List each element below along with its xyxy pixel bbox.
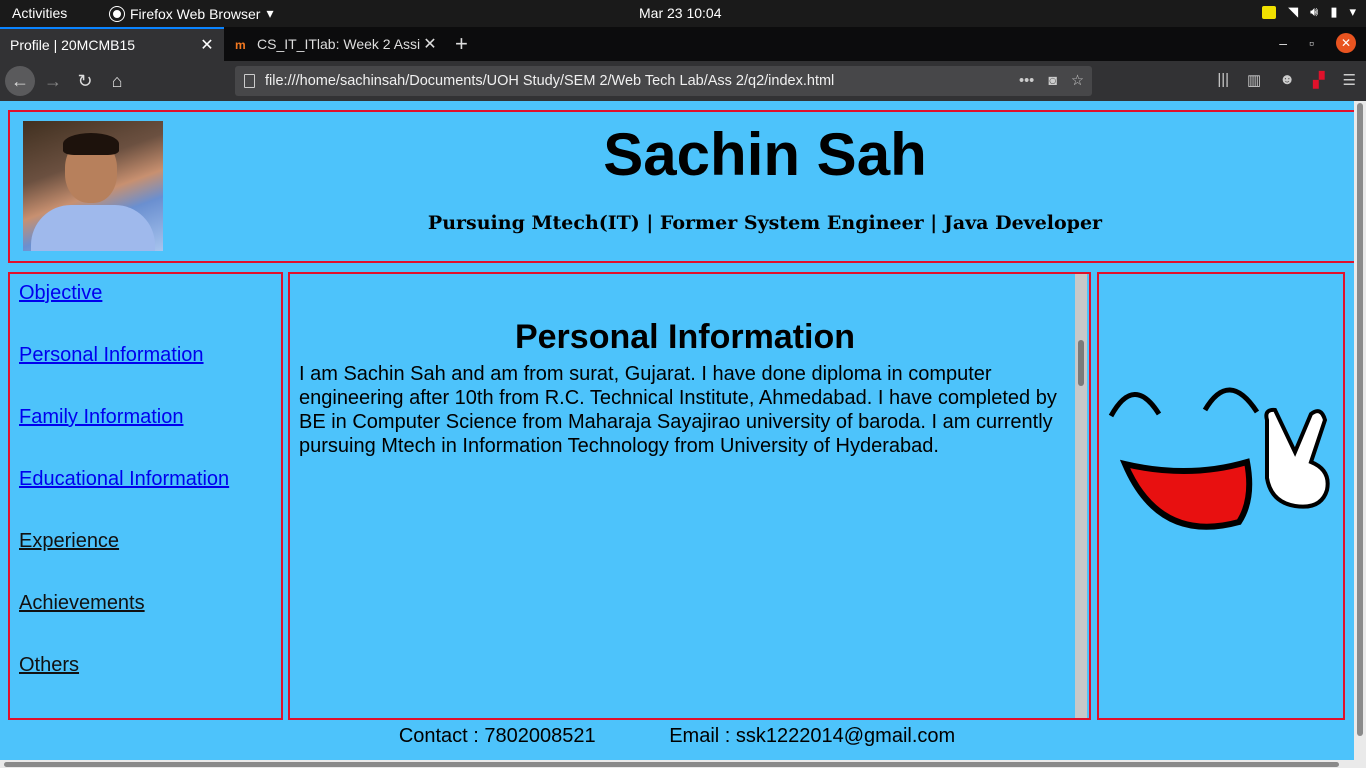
tab-title: Profile | 20MCMB15 [10,37,136,53]
bookmark-star-icon[interactable]: ☆ [1071,66,1084,96]
battery-icon: ▮ [1330,4,1338,19]
back-button[interactable]: ← [5,66,35,96]
contact-phone: Contact : 7802008521 [398,725,596,747]
app-menu-label: Firefox Web Browser [130,5,261,22]
content-frame: Personal Information I am Sachin Sah and… [288,272,1091,720]
sidebar-link-objective[interactable]: Objective [19,282,102,305]
sidebar-nav: Objective Personal Information Family In… [8,272,283,720]
sidebar-link-educational-information[interactable]: Educational Information [19,468,229,491]
scrollbar-thumb[interactable] [4,762,1339,767]
laughing-peace-emoji-icon [1108,387,1330,530]
toolbar-right: ||| ▥ ☻ ▞ ☰ [1217,71,1356,89]
more-actions-icon[interactable]: ••• [1019,66,1034,96]
emoji-panel [1097,272,1345,720]
tab-bar: Profile | 20MCMB15 ✕ m CS_IT_ITlab: Week… [0,27,1366,61]
page-horizontal-scrollbar[interactable] [0,760,1354,768]
new-tab-button[interactable]: + [455,31,468,57]
close-icon[interactable]: ✕ [200,35,214,55]
menu-icon[interactable]: ☰ [1343,71,1356,89]
section-body: I am Sachin Sah and am from surat, Gujar… [299,363,1057,457]
sidebar-link-experience[interactable]: Experience [19,530,119,553]
content-scrollbar[interactable] [1075,274,1087,718]
close-window-icon[interactable]: ✕ [1336,33,1356,53]
scrollbar-thumb[interactable] [1357,103,1363,736]
tab-itlab[interactable]: m CS_IT_ITlab: Week 2 Assi ✕ [225,27,447,61]
wifi-icon: ◥ [1288,4,1299,19]
navigation-toolbar: ← → ↻ ⌂ file:///home/sachinsah/Documents… [0,61,1366,101]
contact-email: Email : ssk1222014@gmail.com [669,725,956,747]
profile-name: Sachin Sah [603,121,927,188]
clock[interactable]: Mar 23 10:04 [639,5,722,21]
sidebar-link-achievements[interactable]: Achievements [19,592,145,615]
scrollbar-thumb[interactable] [1078,340,1084,386]
chevron-down-icon: ▾ [266,5,274,21]
firefox-icon [110,6,124,21]
extension-icon[interactable]: ▞ [1313,71,1325,89]
url-actions: ••• ◙ ☆ [1019,66,1084,96]
close-icon[interactable]: ✕ [423,34,437,54]
profile-tagline: Pursuing Mtech(IT) | Former System Engin… [427,212,1103,234]
system-tray[interactable]: ◥ 🔊︎ ▮ ▾ [1262,4,1356,20]
web-page: Sachin Sah Pursuing Mtech(IT) | Former S… [0,101,1358,768]
moodle-icon: m [235,38,246,52]
profile-header: Sachin Sah Pursuing Mtech(IT) | Former S… [8,110,1358,263]
account-icon[interactable]: ☻ [1279,71,1295,89]
forward-button[interactable]: → [39,67,67,95]
page-vertical-scrollbar[interactable] [1354,101,1366,768]
sidebar-link-family-information[interactable]: Family Information [19,406,184,429]
activities-button[interactable]: Activities [12,5,67,21]
url-text: file:///home/sachinsah/Documents/UOH Stu… [265,73,835,89]
contact-footer: Contact : 7802008521 Email : ssk1222014@… [0,725,1354,748]
maximize-icon[interactable]: ▫ [1309,35,1314,51]
system-top-bar: Activities Firefox Web Browser ▾ Mar 23 … [0,0,1366,27]
sidebar-link-others[interactable]: Others [19,654,79,677]
chevron-down-icon: ▾ [1349,4,1356,19]
minimize-icon[interactable]: – [1279,35,1287,51]
sidebar-link-personal-information[interactable]: Personal Information [19,344,204,367]
reload-button[interactable]: ↻ [71,67,99,95]
notes-icon[interactable] [1262,5,1277,19]
window-controls: – ▫ ✕ [1279,33,1356,53]
page-icon [244,74,255,88]
library-icon[interactable]: ||| [1217,71,1229,89]
section-heading: Personal Information [514,318,856,356]
app-menu[interactable]: Firefox Web Browser ▾ [110,5,273,22]
volume-icon: 🔊︎ [1310,4,1319,19]
pocket-icon[interactable]: ◙ [1048,66,1057,96]
url-bar[interactable]: file:///home/sachinsah/Documents/UOH Stu… [235,66,1092,96]
tab-title: CS_IT_ITlab: Week 2 Assi [257,36,421,52]
tab-profile[interactable]: Profile | 20MCMB15 ✕ [0,27,224,61]
sidebar-icon[interactable]: ▥ [1247,71,1261,89]
home-button[interactable]: ⌂ [103,67,131,95]
